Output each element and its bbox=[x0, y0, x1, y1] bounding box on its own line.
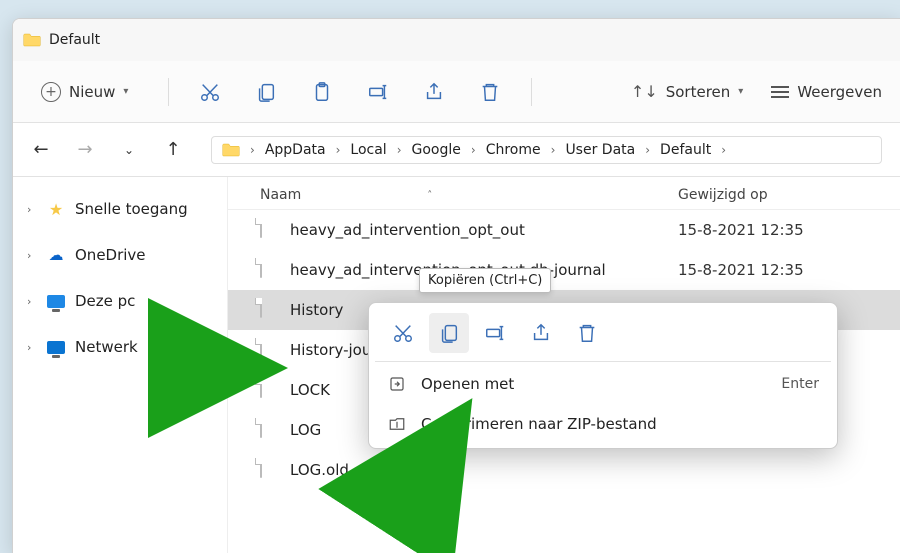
ctx-shortcut: Enter bbox=[781, 376, 819, 392]
file-icon bbox=[260, 219, 278, 241]
toolbar-icons bbox=[199, 81, 501, 103]
copy-tooltip: Kopiëren (Ctrl+C) bbox=[419, 268, 551, 293]
view-button[interactable]: Weergeven bbox=[771, 83, 882, 101]
breadcrumb-item[interactable]: Chrome bbox=[486, 142, 541, 158]
context-menu: Kopiëren (Ctrl+C) Openen met Enter Comp bbox=[368, 302, 838, 449]
column-modified[interactable]: Gewijzigd op bbox=[678, 187, 878, 203]
plus-icon: + bbox=[41, 82, 61, 102]
file-icon bbox=[260, 459, 278, 481]
sidebar-item-label: Deze pc bbox=[75, 292, 135, 310]
up-button[interactable]: ↑ bbox=[163, 139, 183, 160]
breadcrumb-separator: › bbox=[471, 143, 476, 157]
breadcrumb-item[interactable]: User Data bbox=[565, 142, 635, 158]
ctx-open-with[interactable]: Openen met Enter bbox=[369, 364, 837, 404]
content-pane: Naam ˄ Gewijzigd op heavy_ad_interventio… bbox=[228, 177, 900, 553]
context-icon-row bbox=[369, 303, 837, 361]
star-icon: ★ bbox=[47, 200, 65, 218]
forward-button[interactable]: → bbox=[75, 139, 95, 160]
expand-icon: › bbox=[27, 341, 37, 354]
view-label: Weergeven bbox=[797, 83, 882, 101]
sort-asc-icon: ˄ bbox=[427, 190, 432, 201]
back-button[interactable]: ← bbox=[31, 139, 51, 160]
file-modified: 15-8-2021 12:35 bbox=[678, 261, 878, 279]
file-icon bbox=[260, 379, 278, 401]
copy-icon[interactable] bbox=[255, 81, 277, 103]
sort-button[interactable]: ↑↓ Sorteren ▾ bbox=[631, 82, 743, 101]
ctx-label: Openen met bbox=[421, 375, 514, 393]
sidebar-item-label: Netwerk bbox=[75, 338, 138, 356]
ctx-compress-zip[interactable]: Comprimeren naar ZIP-bestand bbox=[369, 404, 837, 444]
cloud-icon: ☁ bbox=[47, 246, 65, 264]
breadcrumb-item[interactable]: Local bbox=[350, 142, 386, 158]
title-bar: Default bbox=[13, 19, 900, 61]
file-row[interactable]: heavy_ad_intervention_opt_out 15-8-2021 … bbox=[228, 210, 900, 250]
breadcrumb-separator: › bbox=[250, 143, 255, 157]
file-modified: 15-8-2021 12:35 bbox=[678, 221, 878, 239]
delete-icon[interactable] bbox=[479, 81, 501, 103]
sort-icon: ↑↓ bbox=[631, 82, 658, 101]
folder-icon bbox=[23, 33, 41, 47]
sidebar: › ★ Snelle toegang › ☁ OneDrive › Deze p… bbox=[13, 177, 228, 553]
ctx-label: Comprimeren naar ZIP-bestand bbox=[421, 415, 657, 433]
sidebar-item-network[interactable]: › Netwerk bbox=[13, 329, 227, 365]
new-button[interactable]: + Nieuw ▾ bbox=[31, 76, 138, 108]
breadcrumb-separator: › bbox=[397, 143, 402, 157]
paste-icon[interactable] bbox=[311, 81, 333, 103]
column-name[interactable]: Naam ˄ bbox=[260, 187, 678, 203]
recent-button[interactable]: ⌄ bbox=[119, 143, 139, 157]
cut-icon[interactable] bbox=[199, 81, 221, 103]
breadcrumb-separator: › bbox=[645, 143, 650, 157]
file-icon bbox=[260, 259, 278, 281]
network-icon bbox=[47, 338, 65, 356]
breadcrumb-item[interactable]: Google bbox=[412, 142, 461, 158]
file-row[interactable]: LOG.old bbox=[228, 450, 900, 490]
file-name: LOG.old bbox=[290, 461, 678, 479]
new-label: Nieuw bbox=[69, 83, 115, 101]
column-headers: Naam ˄ Gewijzigd op bbox=[228, 177, 900, 210]
context-separator bbox=[375, 361, 831, 362]
monitor-icon bbox=[47, 292, 65, 310]
breadcrumb-separator: › bbox=[721, 143, 726, 157]
sort-label: Sorteren bbox=[666, 83, 731, 101]
expand-icon: › bbox=[27, 295, 37, 308]
chevron-down-icon: ▾ bbox=[738, 86, 743, 97]
file-row[interactable]: heavy_ad_intervention_opt_out.db-journal… bbox=[228, 250, 900, 290]
window-title: Default bbox=[49, 32, 100, 48]
file-icon bbox=[260, 339, 278, 361]
breadcrumb-item[interactable]: Default bbox=[660, 142, 711, 158]
file-icon bbox=[260, 419, 278, 441]
zip-icon bbox=[387, 414, 407, 434]
breadcrumb-item[interactable]: AppData bbox=[265, 142, 326, 158]
navigation-row: ← → ⌄ ↑ › AppData › Local › Google › Chr… bbox=[13, 123, 900, 177]
ctx-share-icon[interactable] bbox=[521, 313, 561, 353]
sidebar-item-this-pc[interactable]: › Deze pc bbox=[13, 283, 227, 319]
sidebar-item-quick-access[interactable]: › ★ Snelle toegang bbox=[13, 191, 227, 227]
ctx-copy-icon[interactable] bbox=[429, 313, 469, 353]
breadcrumb-separator: › bbox=[336, 143, 341, 157]
sidebar-item-label: OneDrive bbox=[75, 246, 146, 264]
chevron-down-icon: ▾ bbox=[123, 86, 128, 97]
explorer-body: › ★ Snelle toegang › ☁ OneDrive › Deze p… bbox=[13, 177, 900, 553]
sidebar-item-label: Snelle toegang bbox=[75, 200, 188, 218]
toolbar-separator bbox=[531, 78, 532, 106]
open-icon bbox=[387, 374, 407, 394]
folder-icon bbox=[222, 143, 240, 157]
ctx-rename-icon[interactable] bbox=[475, 313, 515, 353]
share-icon[interactable] bbox=[423, 81, 445, 103]
breadcrumb-separator: › bbox=[551, 143, 556, 157]
expand-icon: › bbox=[27, 249, 37, 262]
ctx-delete-icon[interactable] bbox=[567, 313, 607, 353]
address-bar[interactable]: › AppData › Local › Google › Chrome › Us… bbox=[211, 136, 882, 164]
file-explorer-window: Default + Nieuw ▾ ↑↓ Sorteren ▾ W bbox=[12, 18, 900, 553]
rename-icon[interactable] bbox=[367, 81, 389, 103]
view-icon bbox=[771, 86, 789, 98]
sidebar-item-onedrive[interactable]: › ☁ OneDrive bbox=[13, 237, 227, 273]
ctx-cut-icon[interactable] bbox=[383, 313, 423, 353]
file-name: heavy_ad_intervention_opt_out bbox=[290, 221, 678, 239]
toolbar: + Nieuw ▾ ↑↓ Sorteren ▾ Weergeven bbox=[13, 61, 900, 123]
file-icon bbox=[260, 299, 278, 321]
expand-icon: › bbox=[27, 203, 37, 216]
toolbar-separator bbox=[168, 78, 169, 106]
